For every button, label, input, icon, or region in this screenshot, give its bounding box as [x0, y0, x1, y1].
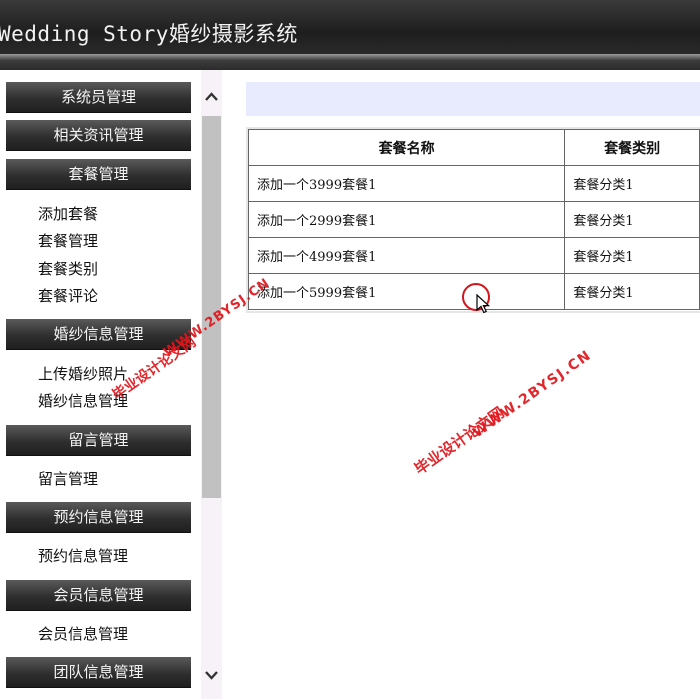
table-row[interactable]: 添加一个4999套餐1 套餐分类1 — [247, 237, 700, 274]
scroll-down-icon[interactable] — [203, 664, 220, 686]
cell-package-name: 添加一个2999套餐1 — [247, 201, 566, 238]
menu-item-add-package[interactable]: 添加套餐 — [38, 203, 98, 224]
mouse-pointer-icon — [476, 294, 490, 314]
cell-package-category: 套餐分类1 — [564, 201, 700, 238]
table-row[interactable]: 添加一个3999套餐1 套餐分类1 — [247, 165, 700, 202]
scroll-up-icon[interactable] — [203, 86, 220, 108]
table-row[interactable]: 添加一个2999套餐1 套餐分类1 — [247, 201, 700, 238]
cell-package-category: 套餐分类1 — [564, 273, 700, 310]
menu-item-package-category[interactable]: 套餐类别 — [38, 258, 98, 279]
menu-head-team[interactable]: 团队信息管理 — [6, 657, 191, 688]
column-header-package-category: 套餐类别 — [564, 129, 700, 166]
cell-package-category: 套餐分类1 — [564, 165, 700, 202]
cell-package-name: 添加一个5999套餐1 — [247, 273, 566, 310]
menu-head-appointment[interactable]: 预约信息管理 — [6, 502, 191, 533]
sidebar-menu: 系统员管理 相关资讯管理 套餐管理 添加套餐 套餐管理 套餐类别 套餐评论 婚纱… — [0, 70, 201, 699]
menu-head-news[interactable]: 相关资讯管理 — [6, 120, 191, 151]
header-divider-bar — [0, 54, 700, 70]
app-header: Wedding Story婚纱摄影系统 — [0, 0, 700, 54]
menu-head-member[interactable]: 会员信息管理 — [6, 580, 191, 611]
table-header-row: 套餐名称 套餐类别 — [247, 129, 700, 166]
info-bar — [246, 82, 700, 116]
menu-head-package[interactable]: 套餐管理 — [6, 159, 191, 190]
cell-package-category: 套餐分类1 — [564, 237, 700, 274]
menu-item-message-manage[interactable]: 留言管理 — [38, 468, 98, 489]
menu-head-admin[interactable]: 系统员管理 — [6, 82, 191, 113]
sidebar-scrollbar[interactable] — [201, 70, 222, 699]
app-title: Wedding Story婚纱摄影系统 — [0, 22, 298, 46]
menu-item-member-manage[interactable]: 会员信息管理 — [38, 623, 128, 644]
column-header-package-name: 套餐名称 — [247, 129, 566, 166]
cell-package-name: 添加一个3999套餐1 — [247, 165, 566, 202]
menu-item-package-comment[interactable]: 套餐评论 — [38, 285, 98, 306]
cell-package-name: 添加一个4999套餐1 — [247, 237, 566, 274]
main-content: 套餐名称 套餐类别 添加一个3999套餐1 套餐分类1 添加一个2999套餐1 … — [222, 70, 700, 699]
menu-item-upload-photo[interactable]: 上传婚纱照片 — [38, 363, 128, 384]
menu-head-message[interactable]: 留言管理 — [6, 425, 191, 456]
menu-item-package-manage[interactable]: 套餐管理 — [38, 230, 98, 251]
menu-item-appointment-manage[interactable]: 预约信息管理 — [38, 545, 128, 566]
